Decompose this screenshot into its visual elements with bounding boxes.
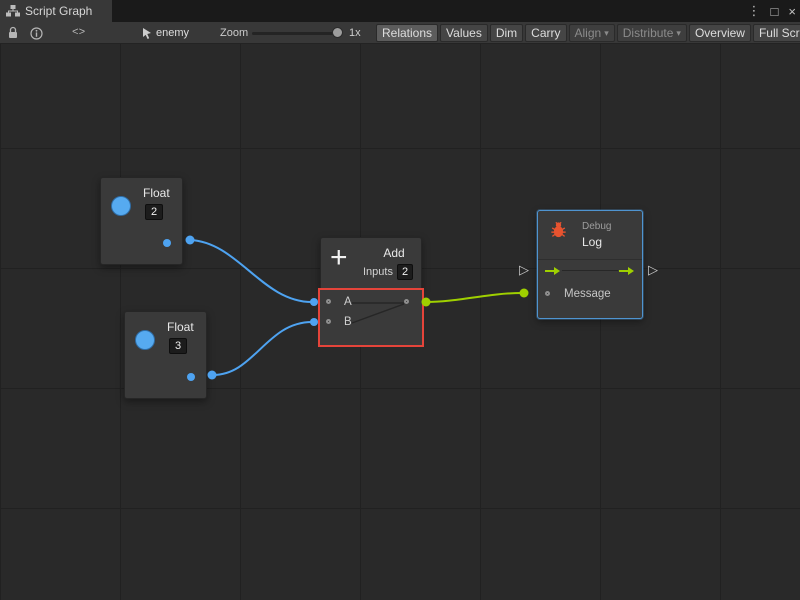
tab-title: Script Graph [25,4,92,18]
plus-icon: + [330,241,348,275]
code-view-icon[interactable]: <> [72,27,85,39]
relations-button[interactable]: Relations [376,24,438,42]
fullscreen-button[interactable]: Full Screen [753,24,800,42]
align-button[interactable]: Align ▾ [569,24,615,42]
debug-log-node[interactable]: Debug Log Message [537,210,643,319]
add-port-a-label: A [344,296,352,308]
message-input-port[interactable] [545,291,550,296]
close-icon[interactable]: × [788,4,796,19]
zoom-label: Zoom [220,27,248,39]
menu-icon[interactable]: ⋮ [748,3,761,19]
toolbar-button-group: Relations Values Dim Carry Align ▾ Distr… [376,24,800,42]
window-controls: ⋮ □ × [748,0,796,22]
float1-output-port[interactable] [163,239,171,247]
chevron-down-icon: ▾ [676,28,681,39]
add-port-b-label: B [344,316,352,328]
zoom-slider[interactable] [252,32,342,35]
flow-relation-line [562,270,618,271]
zoom-value: 1x [349,27,361,39]
node-separator [538,259,642,260]
float1-value-field[interactable]: 2 [145,204,163,220]
debug-node-category: Debug [582,221,611,232]
zoom-slider-handle[interactable] [332,27,343,38]
float2-value-port[interactable] [135,330,155,350]
add-output-port[interactable] [404,299,409,304]
lock-icon[interactable] [7,26,19,40]
info-icon[interactable] [30,27,43,40]
add-node-ports[interactable]: A B [318,288,424,347]
flow-in-triangle-icon[interactable]: ▷ [519,262,529,278]
flow-output-arrow-icon[interactable] [619,266,635,276]
overview-button[interactable]: Overview [689,24,751,42]
tab-script-graph[interactable]: Script Graph [0,0,112,22]
graph-name[interactable]: enemy [156,27,189,39]
distribute-label: Distribute [623,26,674,40]
float1-title: Float [143,186,170,200]
bug-icon [549,220,568,239]
float2-title: Float [167,320,194,334]
flow-out-triangle-icon[interactable]: ▷ [648,262,658,278]
chevron-down-icon: ▾ [604,28,609,39]
graph-icon [6,5,20,17]
graph-pointer-icon [141,27,153,40]
add-inputs-row: Inputs 2 [363,264,413,280]
dim-button[interactable]: Dim [490,24,523,42]
graph-toolbar: <> enemy Zoom 1x Relations Values Dim Ca… [0,22,800,44]
float1-value-port[interactable] [111,196,131,216]
add-input-a-port[interactable] [326,299,331,304]
add-node-title: Add [369,246,419,260]
add-inputs-count-field[interactable]: 2 [397,264,413,280]
float2-output-port[interactable] [187,373,195,381]
float-node-1[interactable]: Float 2 [100,177,183,265]
maximize-icon[interactable]: □ [771,4,779,19]
add-input-b-port[interactable] [326,319,331,324]
align-label: Align [575,26,602,40]
distribute-button[interactable]: Distribute ▾ [617,24,687,42]
carry-button[interactable]: Carry [525,24,566,42]
message-port-label: Message [564,288,611,300]
flow-input-arrow-icon[interactable] [545,266,561,276]
debug-node-title: Log [582,235,602,249]
add-node-header[interactable]: + Add Inputs 2 [320,237,422,289]
values-button[interactable]: Values [440,24,488,42]
title-bar: Script Graph ⋮ □ × [0,0,800,22]
float-node-2[interactable]: Float 3 [124,311,207,399]
add-inputs-label: Inputs [363,266,393,278]
float2-value-field[interactable]: 3 [169,338,187,354]
script-graph-window: Script Graph ⋮ □ × <> enemy Zoom 1x Rela… [0,0,800,600]
